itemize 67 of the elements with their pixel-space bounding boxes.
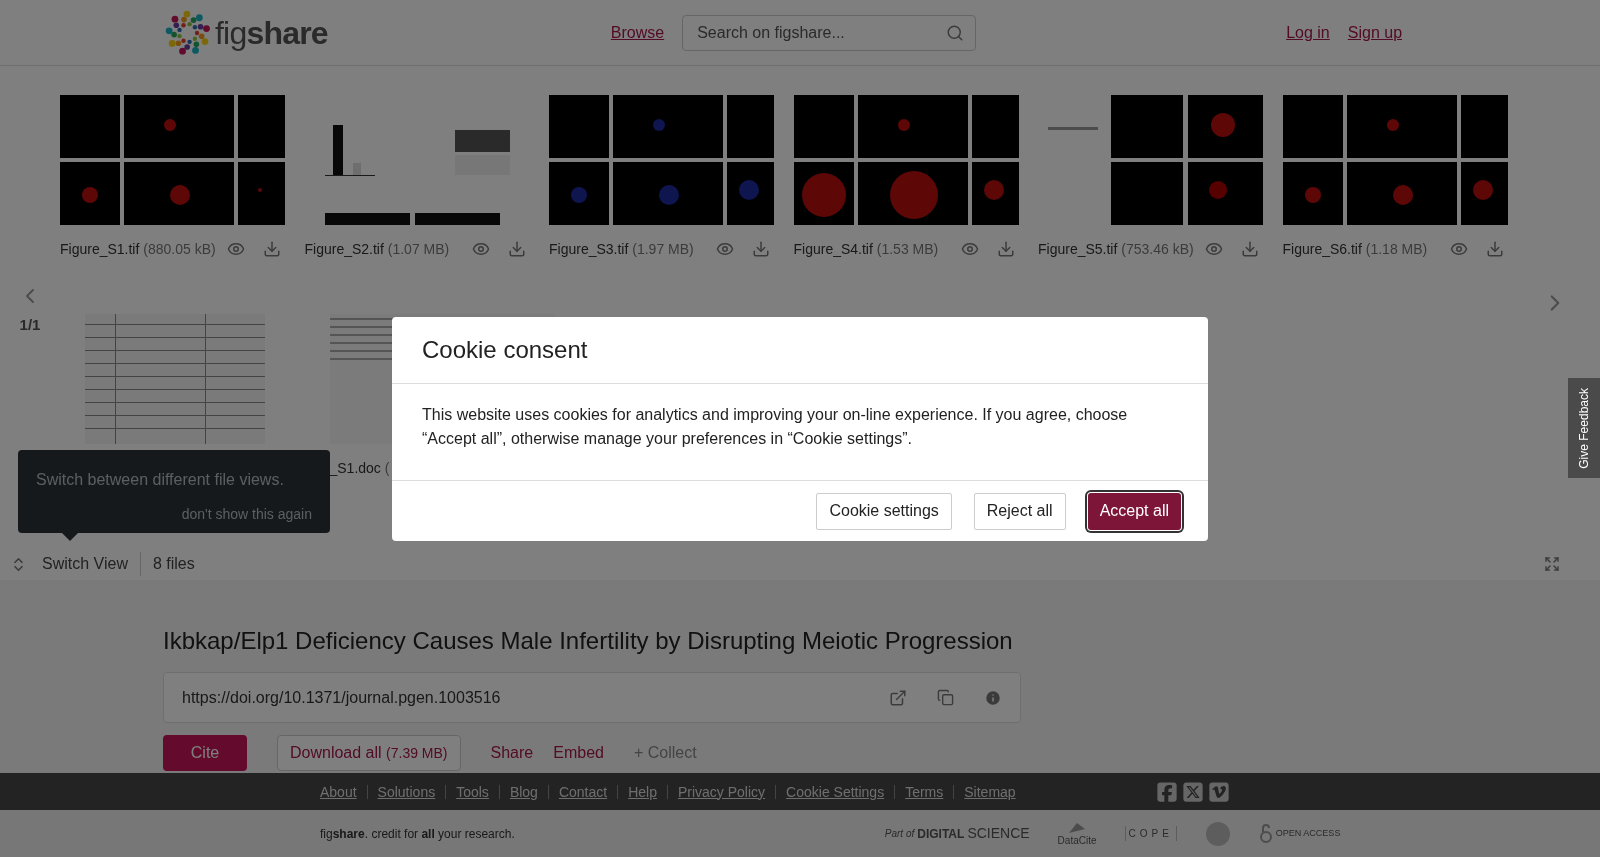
page-indicator: 1/1 bbox=[19, 315, 41, 335]
footer-link[interactable]: Sitemap bbox=[964, 783, 1016, 800]
footer-link[interactable]: Contact bbox=[558, 783, 608, 800]
dialog-message: This website uses cookies for analytics and improving your on-line experience. If you agree, choose “Accept all”, otherwise manage your preferences in “Cookie settings”. bbox=[422, 405, 1129, 449]
download-icon[interactable] bbox=[263, 240, 281, 258]
partner-text: Part of bbox=[884, 827, 915, 841]
partner-text: DIGITAL bbox=[917, 825, 965, 843]
info-icon[interactable] bbox=[984, 688, 1002, 707]
download-icon[interactable] bbox=[1485, 240, 1504, 258]
footer-link[interactable]: Cookie Settings bbox=[786, 783, 885, 800]
preview-icon[interactable] bbox=[1449, 240, 1468, 258]
footer-link[interactable]: Blog bbox=[509, 783, 538, 800]
footer-link[interactable]: Privacy Policy bbox=[677, 783, 766, 800]
preview-icon[interactable] bbox=[471, 240, 490, 258]
footer-link[interactable]: Help bbox=[628, 783, 657, 800]
preview-icon[interactable] bbox=[960, 240, 979, 258]
settings-button[interactable]: Cookie settings bbox=[816, 492, 952, 530]
download-icon[interactable] bbox=[996, 240, 1015, 258]
file-name[interactable]: Figure_S2.tif (1.07 MB) bbox=[304, 238, 450, 260]
fullscreen-icon[interactable] bbox=[1544, 556, 1560, 572]
partner-text: DataCite bbox=[1057, 835, 1097, 846]
download-icon[interactable] bbox=[1241, 240, 1259, 258]
auth-link[interactable]: Log in bbox=[1286, 20, 1330, 45]
search-field[interactable]: Search on figshare... bbox=[682, 14, 977, 51]
preview-icon[interactable] bbox=[227, 240, 245, 258]
accept-button[interactable]: Accept all bbox=[1087, 492, 1181, 530]
reject-button[interactable]: Reject all bbox=[973, 492, 1066, 530]
partner-text: SCIENCE bbox=[967, 824, 1030, 843]
file-name[interactable]: Figure_S1.tif (880.05 kB) bbox=[60, 238, 216, 260]
action-link[interactable]: Embed bbox=[553, 741, 604, 765]
seal-icon bbox=[1204, 820, 1231, 847]
facebook-icon[interactable] bbox=[1155, 780, 1178, 803]
auth-link[interactable]: Sign up bbox=[1347, 20, 1403, 45]
cite-button[interactable]: Cite bbox=[163, 735, 247, 771]
preview-icon[interactable] bbox=[716, 240, 734, 258]
partner-text: OPEN ACCESS bbox=[1275, 826, 1341, 840]
copy-icon[interactable] bbox=[937, 689, 954, 706]
file-count: 8 files bbox=[152, 554, 195, 574]
preview-icon[interactable] bbox=[1205, 240, 1223, 258]
file-name[interactable]: Figure_S4.tif (1.53 MB) bbox=[793, 238, 939, 260]
tooltip-text: Switch between different file views. bbox=[36, 470, 285, 490]
dismiss-link[interactable]: don't show this again bbox=[181, 504, 312, 525]
open-access-icon bbox=[1258, 823, 1273, 844]
partner-text: COPE bbox=[1124, 826, 1177, 841]
action-link[interactable]: Share bbox=[490, 741, 534, 765]
footer-link[interactable]: Tools bbox=[456, 783, 489, 800]
doi-link[interactable]: https://doi.org/10.1371/journal.pgen.1003516 bbox=[182, 685, 501, 710]
x-icon[interactable] bbox=[1181, 780, 1204, 803]
logo-text[interactable]: figshare bbox=[215, 8, 328, 57]
footer-link[interactable]: Solutions bbox=[377, 783, 436, 800]
external-link-icon[interactable] bbox=[889, 688, 907, 707]
footer-link[interactable]: Terms bbox=[905, 783, 944, 800]
search-icon[interactable] bbox=[946, 23, 965, 42]
footer-link[interactable]: About bbox=[320, 783, 357, 800]
file-name[interactable]: _S1.doc ( bbox=[329, 457, 390, 479]
file-name[interactable]: Figure_S6.tif (1.18 MB) bbox=[1282, 238, 1428, 260]
footer-tagline: figshare. credit for all your research. bbox=[320, 825, 515, 843]
download-icon[interactable] bbox=[507, 240, 526, 258]
dialog-title: Cookie consent bbox=[422, 335, 588, 365]
file-name[interactable]: Figure_S5.tif (753.46 kB) bbox=[1038, 238, 1194, 260]
download-icon[interactable] bbox=[752, 240, 770, 258]
file-name[interactable]: Figure_S3.tif (1.97 MB) bbox=[549, 238, 694, 260]
download-all-button[interactable]: Download all (7.39 MB) bbox=[277, 735, 461, 771]
browse-link[interactable]: Browse bbox=[610, 20, 665, 45]
item-title: Ikbkap/Elp1 Deficiency Causes Male Infertility by Disrupting Meiotic Progression bbox=[163, 626, 1014, 656]
switch-view-button[interactable]: Switch View bbox=[42, 552, 141, 576]
vimeo-icon[interactable] bbox=[1207, 780, 1230, 803]
